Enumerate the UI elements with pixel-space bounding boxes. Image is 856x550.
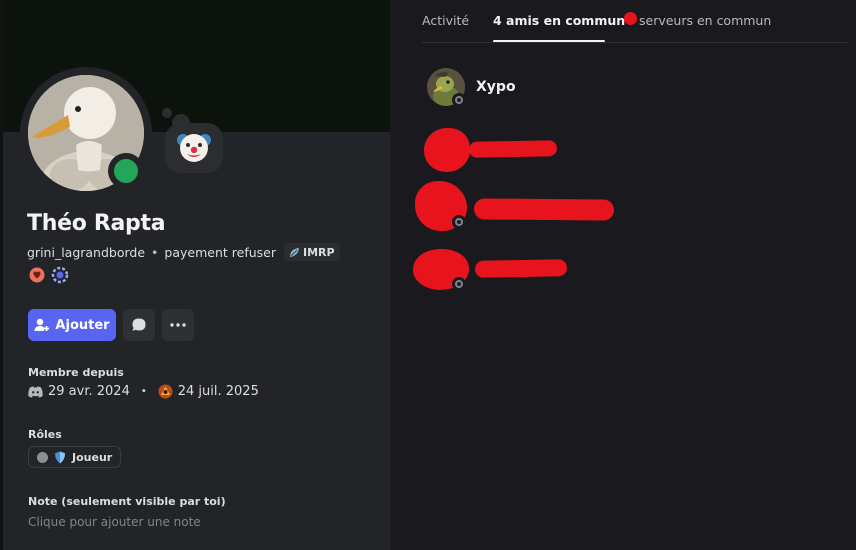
discord-logo-icon (28, 386, 43, 398)
active-tab-indicator (493, 40, 605, 42)
gear-badge-icon[interactable] (51, 266, 69, 284)
username[interactable]: grini_lagrandborde (27, 245, 145, 260)
discord-join-date: 29 avr. 2024 (48, 384, 130, 399)
profile-content-panel: Activité 4 amis en commun serveurs en co… (391, 0, 856, 550)
offline-status-icon (452, 215, 466, 229)
clown-face-icon (177, 134, 211, 162)
date-separator: • (140, 386, 147, 397)
profile-sidebar: Théo Rapta grini_lagrandborde • payement… (0, 0, 391, 550)
tab-bar: Activité 4 amis en commun serveurs en co… (422, 0, 847, 43)
tab-activity[interactable]: Activité (422, 13, 469, 28)
ellipsis-icon (170, 323, 186, 327)
user-info-line: grini_lagrandborde • payement refuser IM… (27, 243, 340, 261)
member-since-heading: Membre depuis (28, 366, 124, 379)
role-name: Joueur (72, 450, 113, 464)
member-since-row: 29 avr. 2024 • 24 juil. 2025 (28, 384, 259, 399)
offline-status-icon (452, 93, 466, 107)
add-friend-label: Ajouter (55, 317, 110, 333)
note-input[interactable]: Clique pour ajouter une note (28, 515, 201, 529)
profile-popout: Théo Rapta grini_lagrandborde • payement… (0, 0, 856, 550)
shield-icon (55, 451, 65, 463)
mutual-friend-row[interactable]: Xypo (427, 68, 516, 107)
online-status-icon (108, 153, 144, 189)
note-heading: Note (seulement visible par toi) (28, 495, 226, 508)
roles-heading: Rôles (28, 428, 62, 441)
badge-list (29, 266, 69, 284)
server-tag-label: IMRP (303, 245, 335, 259)
friend-name: Xypo (476, 79, 516, 95)
more-options-button[interactable] (162, 309, 194, 341)
add-friend-button[interactable]: Ajouter (28, 309, 116, 341)
server-tag[interactable]: IMRP (284, 243, 340, 261)
display-name: Théo Rapta (27, 211, 166, 236)
chat-bubble-icon (132, 318, 146, 331)
redaction-mark (624, 12, 637, 25)
heart-badge-icon[interactable] (29, 267, 45, 283)
custom-status: payement refuser (164, 244, 276, 260)
add-user-icon (34, 318, 50, 331)
leaf-icon (290, 247, 299, 257)
tab-mutual-servers[interactable]: serveurs en commun (639, 13, 771, 28)
message-button[interactable] (123, 309, 155, 341)
separator: • (151, 244, 159, 260)
offline-status-icon (452, 277, 466, 291)
server-icon (158, 384, 173, 399)
role-color-dot (37, 451, 48, 463)
role-pill[interactable]: Joueur (28, 446, 122, 468)
status-bubble[interactable] (165, 123, 223, 173)
tab-mutual-friends[interactable]: 4 amis en commun (493, 13, 625, 28)
server-join-date: 24 juil. 2025 (177, 384, 259, 399)
